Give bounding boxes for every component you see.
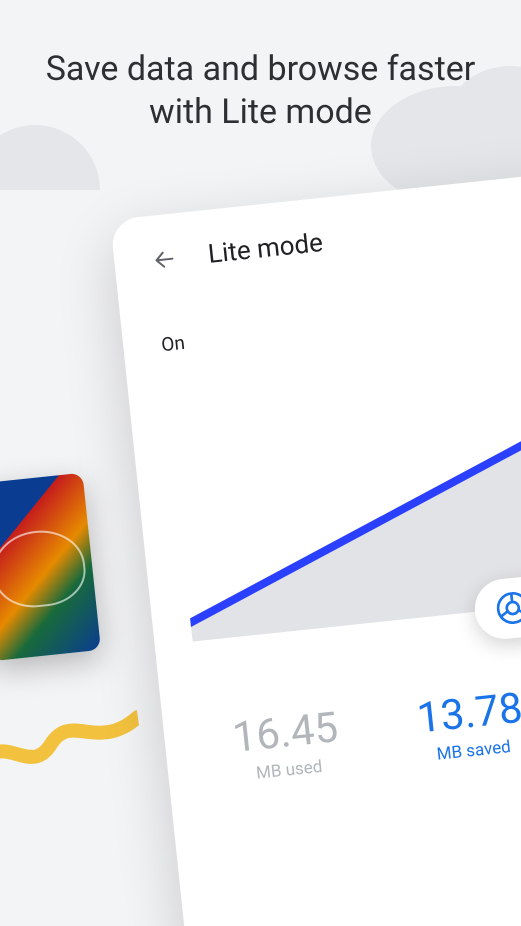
chrome-icon [495,590,521,625]
lite-mode-toggle-row: On [160,285,521,357]
stat-used-value: 16.45 [231,707,340,760]
cloud-decoration-left [0,125,100,190]
lite-mode-card: Lite mode On [110,166,521,926]
data-savings-chart [167,357,521,642]
stat-mb-saved: 13.78 MB saved [415,688,521,767]
stats-row: 16.45 MB used 13.78 MB saved [201,675,521,789]
preview-thumbnail-card [0,473,101,662]
card-title: Lite mode [207,228,325,270]
toggle-label: On [160,330,186,355]
yellow-squiggle-decoration [0,687,145,788]
stat-mb-used: 16.45 MB used [231,707,343,786]
hero-title: Save data and browse faster with Lite mo… [0,48,521,133]
card-header: Lite mode [151,199,521,275]
stat-saved-value: 13.78 [415,688,521,741]
back-arrow-icon[interactable] [151,246,177,272]
